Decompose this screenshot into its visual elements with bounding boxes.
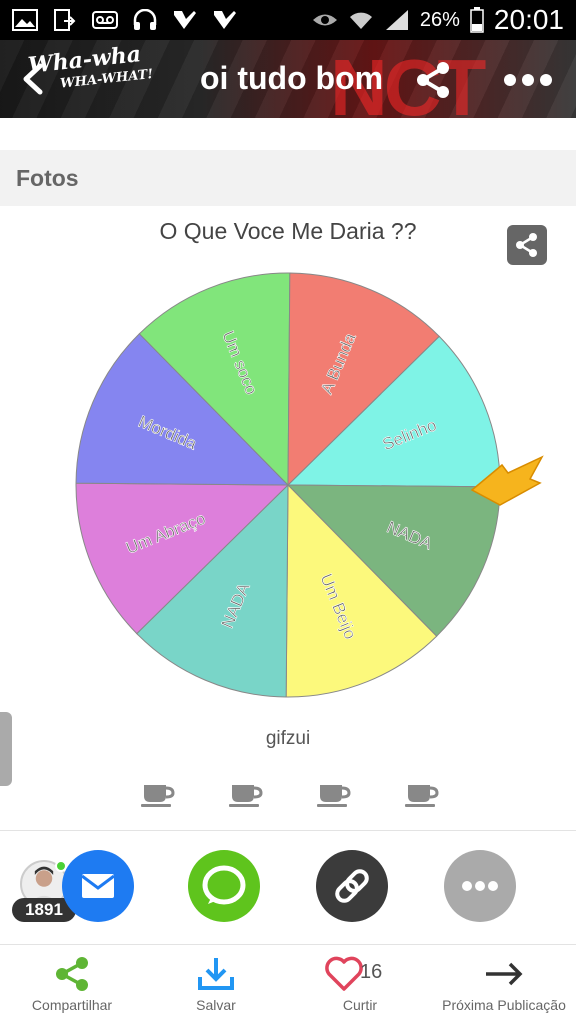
eye-icon <box>312 14 337 26</box>
next-post-nav-button[interactable]: Próxima Publicação <box>432 945 576 1024</box>
share-icon <box>516 233 537 257</box>
share-row: 1891 <box>0 840 576 936</box>
back-chevron-icon[interactable] <box>18 62 52 96</box>
page-title: oi tudo bom <box>200 60 384 96</box>
battery-percent: 26% <box>419 8 460 31</box>
more-icon[interactable] <box>504 74 552 86</box>
share-message-button[interactable] <box>188 850 260 922</box>
share-nav-button[interactable]: Compartilhar <box>0 945 144 1024</box>
section-label: Fotos <box>0 150 576 206</box>
share-mail-button[interactable] <box>62 850 134 922</box>
status-bar: 26% 20:01 <box>0 0 576 40</box>
arrow-right-icon <box>486 962 523 986</box>
side-drawer-handle[interactable] <box>0 712 12 786</box>
like-nav-label: Curtir <box>342 997 378 1013</box>
voicemail-icon <box>92 11 118 29</box>
coffee-cup-icon[interactable] <box>316 782 352 808</box>
download-icon <box>198 958 234 990</box>
message-icon <box>202 865 246 905</box>
coffee-cup-icon[interactable] <box>228 782 264 808</box>
battery-icon <box>470 7 484 33</box>
coffee-cup-icon[interactable] <box>404 782 440 808</box>
bottom-nav: Compartilhar Salvar 16 Curtir Próxima Pu… <box>0 945 576 1024</box>
divider <box>0 830 576 831</box>
share-more-button[interactable] <box>444 850 516 922</box>
share-icon <box>56 957 88 991</box>
share-icon[interactable] <box>414 60 452 100</box>
like-count: 16 <box>360 961 383 983</box>
heart-icon <box>325 956 363 991</box>
coffee-cup-icon[interactable] <box>140 782 176 808</box>
next-post-nav-label: Próxima Publicação <box>442 997 566 1013</box>
mail-icon <box>81 874 115 898</box>
app-header: NCT Wha-wha WHA-WHAT! oi tudo bom <box>0 40 576 118</box>
image-share-button[interactable] <box>507 225 547 265</box>
image-caption: gifzui <box>265 728 311 749</box>
save-nav-label: Salvar <box>196 997 236 1013</box>
share-nav-label: Compartilhar <box>31 997 113 1013</box>
link-icon <box>335 869 369 903</box>
save-nav-button[interactable]: Salvar <box>144 945 288 1024</box>
wifi-icon <box>349 12 372 29</box>
share-link-button[interactable] <box>316 850 388 922</box>
signal-icon <box>385 10 408 30</box>
check-badge-icon <box>174 11 196 29</box>
share-arrow-icon <box>54 9 76 31</box>
spin-wheel: SelinhoNADAUm BeijoNADAUm AbraçoMordidaU… <box>75 272 544 698</box>
reaction-cups <box>140 782 440 808</box>
image-icon <box>12 9 38 31</box>
like-nav-button[interactable]: 16 Curtir <box>288 945 432 1024</box>
clock: 20:01 <box>493 4 564 35</box>
headphones-icon <box>133 9 157 30</box>
more-icon <box>462 881 498 891</box>
check-badge-icon <box>214 11 236 29</box>
wheel-title: O Que Voce Me Daria ?? <box>159 218 417 244</box>
